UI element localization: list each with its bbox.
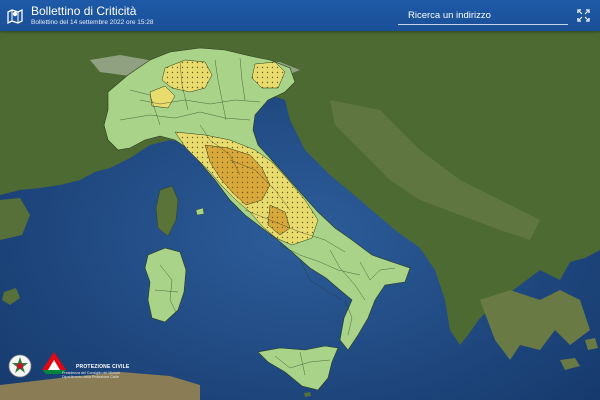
address-search-input[interactable]: Ricerca un indirizzo — [408, 10, 491, 21]
map-canvas[interactable] — [0, 31, 600, 400]
agency-name: PROTEZIONE CIVILE — [76, 364, 130, 370]
bulletin-date: Bollettino del 14 settembre 2022 ore 15:… — [31, 18, 154, 26]
map-marker-logo-icon — [7, 8, 23, 24]
app-title: Bollettino di Criticità — [31, 4, 137, 19]
header-bar: Bollettino di Criticità Bollettino del 1… — [0, 0, 600, 31]
search-underline — [398, 24, 568, 25]
app-window: Bollettino di Criticità Bollettino del 1… — [0, 0, 600, 400]
italian-republic-emblem-icon — [8, 354, 32, 378]
agency-detail: Presidenza del Consiglio dei Ministri Di… — [62, 371, 120, 380]
fullscreen-expand-icon[interactable] — [577, 9, 590, 22]
